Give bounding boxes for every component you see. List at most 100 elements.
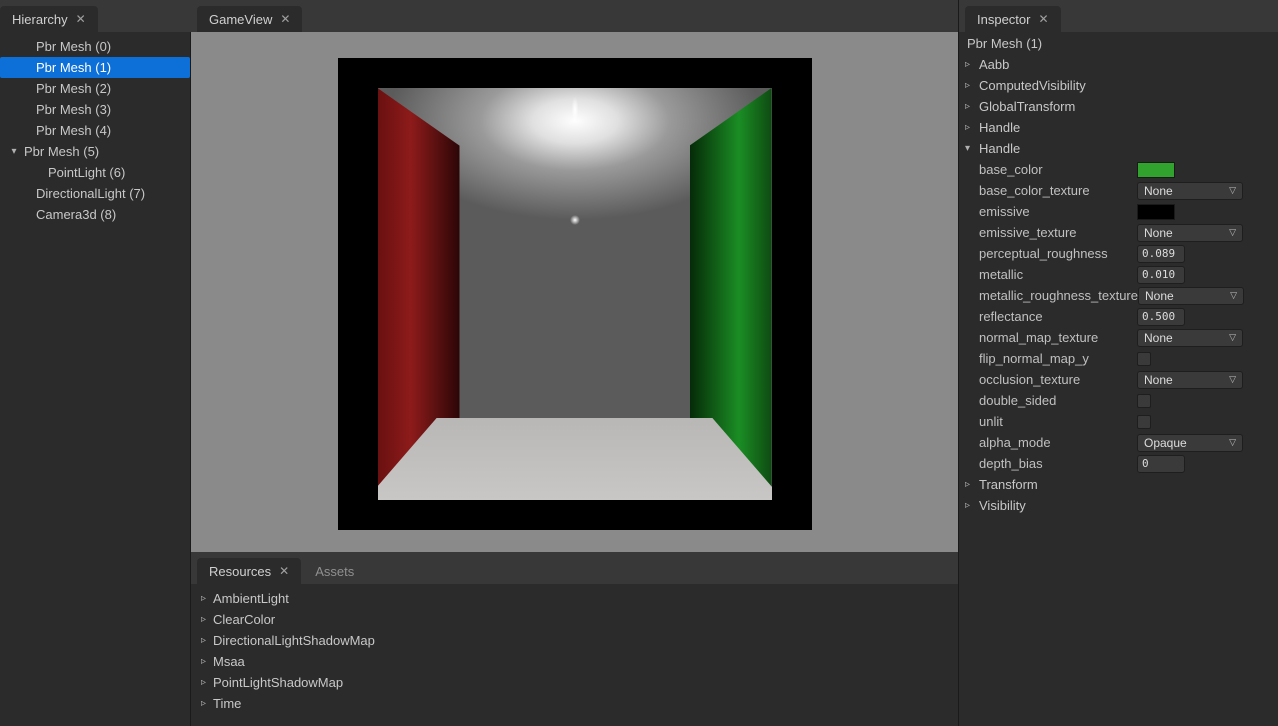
assets-tab[interactable]: Assets [303, 558, 366, 584]
resource-item[interactable]: ▹ClearColor [191, 609, 958, 630]
component-name: ComputedVisibility [979, 78, 1086, 93]
checkbox[interactable] [1137, 352, 1151, 366]
property-label: metallic [979, 267, 1137, 282]
ceiling-light-glow [570, 91, 580, 129]
hierarchy-item[interactable]: PointLight (6) [0, 162, 190, 183]
hierarchy-panel: Pbr Mesh (0)Pbr Mesh (1)Pbr Mesh (2)Pbr … [0, 32, 191, 726]
hierarchy-item[interactable]: Pbr Mesh (0) [0, 36, 190, 57]
expand-toggle-icon[interactable]: ▾ [8, 146, 20, 157]
property-row: perceptual_roughness [959, 243, 1278, 264]
floor [378, 418, 772, 500]
checkbox[interactable] [1137, 415, 1151, 429]
chevron-down-icon: ▽ [1229, 185, 1236, 196]
color-swatch[interactable] [1137, 204, 1175, 220]
hierarchy-item-label: Pbr Mesh (1) [32, 60, 111, 75]
property-row: double_sided [959, 390, 1278, 411]
resource-item[interactable]: ▹Msaa [191, 651, 958, 672]
expand-toggle-icon[interactable]: ▹ [201, 593, 213, 604]
component-name: Visibility [979, 498, 1026, 513]
chevron-down-icon: ▽ [1230, 290, 1237, 301]
property-row: base_color_textureNone▽ [959, 180, 1278, 201]
hierarchy-item[interactable]: DirectionalLight (7) [0, 183, 190, 204]
resource-item[interactable]: ▹AmbientLight [191, 588, 958, 609]
dropdown[interactable]: None▽ [1137, 329, 1243, 347]
chevron-down-icon: ▽ [1229, 332, 1236, 343]
dropdown-value: None [1144, 184, 1173, 198]
close-icon[interactable]: ✕ [76, 12, 86, 26]
hierarchy-item[interactable]: Pbr Mesh (3) [0, 99, 190, 120]
expand-toggle-icon[interactable]: ▹ [965, 101, 979, 112]
chevron-down-icon: ▽ [1229, 227, 1236, 238]
property-row: metallic_roughness_textureNone▽ [959, 285, 1278, 306]
property-label: emissive_texture [979, 225, 1137, 240]
gameview-tab[interactable]: GameView ✕ [197, 6, 302, 32]
property-row: flip_normal_map_y [959, 348, 1278, 369]
component-header[interactable]: ▹Aabb [959, 54, 1278, 75]
hierarchy-item[interactable]: Pbr Mesh (2) [0, 78, 190, 99]
close-icon[interactable]: ✕ [280, 12, 290, 26]
hierarchy-item-label: Pbr Mesh (0) [32, 39, 111, 54]
resource-item[interactable]: ▹Time [191, 693, 958, 714]
property-row: normal_map_textureNone▽ [959, 327, 1278, 348]
viewport[interactable] [338, 58, 812, 530]
number-input[interactable] [1137, 308, 1185, 326]
number-input[interactable] [1137, 266, 1185, 284]
resource-item[interactable]: ▹PointLightShadowMap [191, 672, 958, 693]
component-header[interactable]: ▹Visibility [959, 495, 1278, 516]
dropdown-value: None [1144, 373, 1173, 387]
component-header[interactable]: ▹Handle [959, 117, 1278, 138]
checkbox[interactable] [1137, 394, 1151, 408]
hierarchy-tab-label: Hierarchy [12, 12, 68, 27]
hierarchy-item-label: Camera3d (8) [32, 207, 116, 222]
dropdown[interactable]: None ▽ [1138, 287, 1244, 305]
dropdown[interactable]: None ▽ [1137, 182, 1243, 200]
resources-tab[interactable]: Resources ✕ [197, 558, 301, 584]
dropdown-value: Opaque [1144, 436, 1187, 450]
property-row: depth_bias [959, 453, 1278, 474]
number-input[interactable] [1137, 455, 1185, 473]
expand-toggle-icon[interactable]: ▾ [965, 143, 979, 154]
expand-toggle-icon[interactable]: ▹ [965, 80, 979, 91]
expand-toggle-icon[interactable]: ▹ [965, 500, 979, 511]
hierarchy-item[interactable]: ▾Pbr Mesh (5) [0, 141, 190, 162]
expand-toggle-icon[interactable]: ▹ [201, 656, 213, 667]
component-header[interactable]: ▹ComputedVisibility [959, 75, 1278, 96]
expand-toggle-icon[interactable]: ▹ [965, 122, 979, 133]
hierarchy-item[interactable]: Pbr Mesh (1) [0, 57, 190, 78]
resources-tab-label: Resources [209, 564, 271, 579]
property-label: emissive [979, 204, 1137, 219]
component-header[interactable]: ▹GlobalTransform [959, 96, 1278, 117]
dropdown[interactable]: Opaque▽ [1137, 434, 1243, 452]
color-swatch[interactable] [1137, 162, 1175, 178]
hierarchy-item[interactable]: Pbr Mesh (4) [0, 120, 190, 141]
expand-toggle-icon[interactable]: ▹ [965, 59, 979, 70]
dropdown[interactable]: None▽ [1137, 224, 1243, 242]
property-row: alpha_modeOpaque▽ [959, 432, 1278, 453]
bottom-tab-bar: Resources ✕ Assets [191, 552, 958, 584]
hierarchy-item[interactable]: Camera3d (8) [0, 204, 190, 225]
dropdown[interactable]: None▽ [1137, 371, 1243, 389]
resource-label: Time [213, 696, 241, 711]
property-label: reflectance [979, 309, 1137, 324]
hierarchy-tab[interactable]: Hierarchy ✕ [0, 6, 98, 32]
inspector-tab[interactable]: Inspector ✕ [965, 6, 1061, 32]
expand-toggle-icon[interactable]: ▹ [965, 479, 979, 490]
expand-toggle-icon[interactable]: ▹ [201, 698, 213, 709]
resource-item[interactable]: ▹DirectionalLightShadowMap [191, 630, 958, 651]
expand-toggle-icon[interactable]: ▹ [201, 614, 213, 625]
inspector-entity-name: Pbr Mesh (1) [959, 32, 1278, 54]
dropdown-value: None [1145, 289, 1174, 303]
property-row: occlusion_textureNone▽ [959, 369, 1278, 390]
expand-toggle-icon[interactable]: ▹ [201, 635, 213, 646]
property-label: normal_map_texture [979, 330, 1137, 345]
gameview-tab-label: GameView [209, 12, 272, 27]
hierarchy-item-label: PointLight (6) [44, 165, 125, 180]
resource-label: Msaa [213, 654, 245, 669]
close-icon[interactable]: ✕ [1038, 12, 1048, 26]
number-input[interactable] [1137, 245, 1185, 263]
component-header[interactable]: ▹Transform [959, 474, 1278, 495]
property-label: depth_bias [979, 456, 1137, 471]
expand-toggle-icon[interactable]: ▹ [201, 677, 213, 688]
close-icon[interactable]: ✕ [279, 564, 289, 578]
component-header[interactable]: ▾Handle [959, 138, 1278, 159]
